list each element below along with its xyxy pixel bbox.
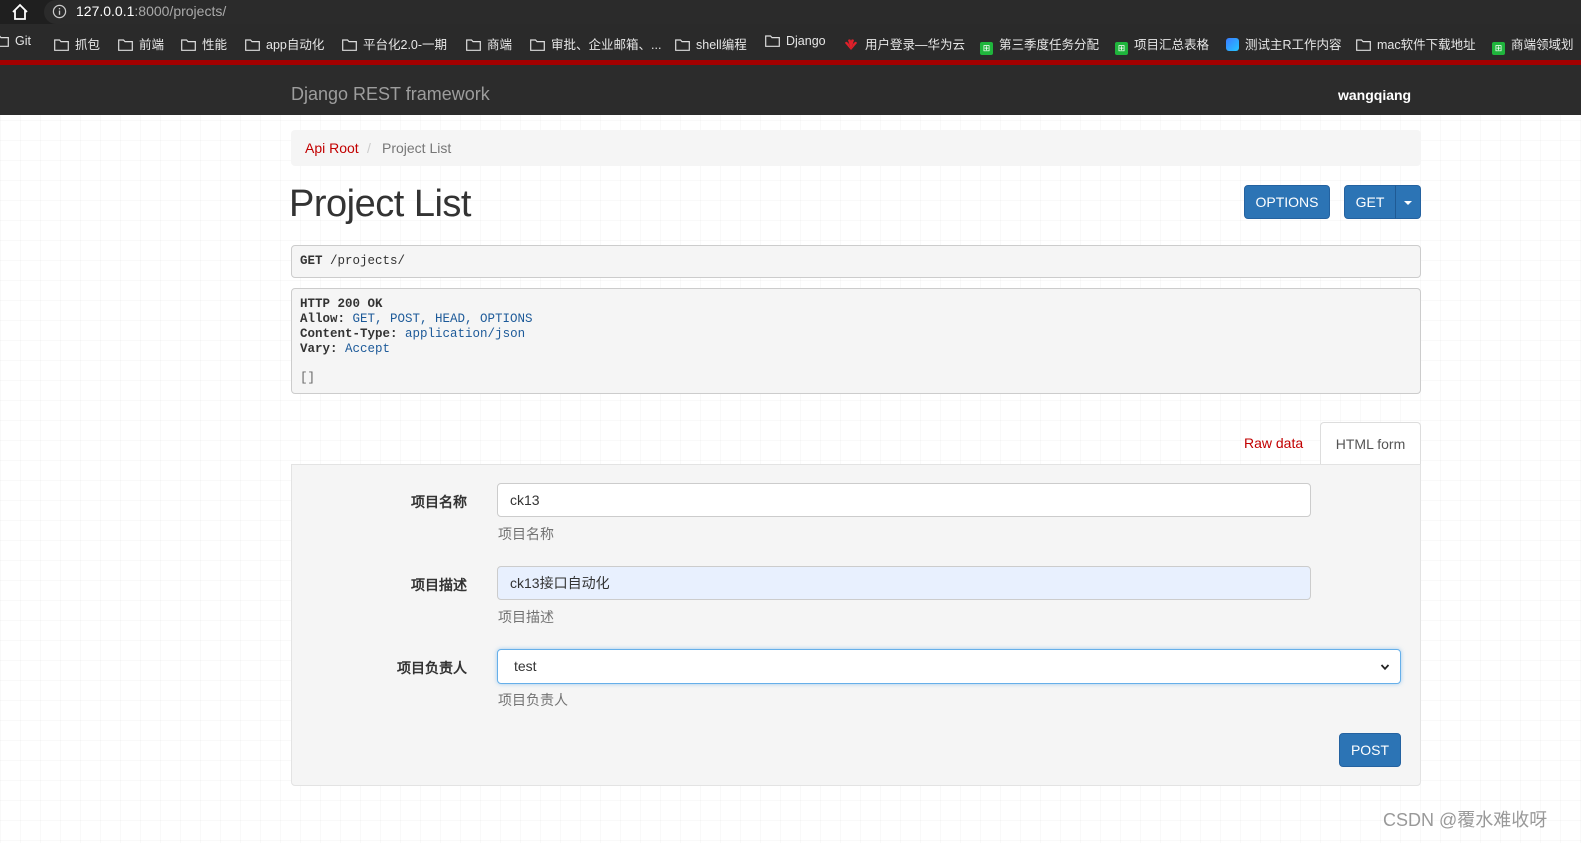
get-format-dropdown[interactable] [1395, 185, 1421, 219]
url-text: 127.0.0.1:8000/projects/ [76, 3, 227, 19]
response-header-content-type: Content-Type: application/json [300, 327, 526, 341]
folder-icon [342, 39, 357, 51]
folder-icon [530, 39, 545, 51]
bookmark-mac-software[interactable]: mac软件下载地址 [1356, 34, 1476, 53]
huawei-icon [844, 39, 858, 50]
name-help: 项目名称 [498, 526, 554, 542]
response-info: HTTP 200 OK Allow: GET, POST, HEAD, OPTI… [291, 288, 1421, 394]
caret-down-icon [1404, 201, 1412, 206]
bookmark-platform[interactable]: 平台化2.0-一期 [342, 34, 447, 53]
sheet-icon: ⊞ [1492, 42, 1505, 55]
folder-icon [245, 39, 260, 51]
user-menu[interactable]: wangqiang [1338, 87, 1411, 103]
bookmark-frontend[interactable]: 前端 [118, 34, 164, 53]
bookmark-test-work[interactable]: 测试主R工作内容 [1226, 34, 1342, 53]
name-label: 项目名称 [411, 494, 467, 510]
response-body: [] [300, 371, 316, 385]
folder-icon [1356, 39, 1371, 51]
bookmarks-bar: Git 抓包 前端 性能 app自动化 平台化2.0-一期 商端 审批、企业邮箱… [0, 24, 1581, 60]
folder-icon [54, 39, 69, 51]
bookmark-merchant[interactable]: 商端 [466, 34, 512, 53]
desc-label: 项目描述 [411, 577, 467, 593]
address-bar: 127.0.0.1:8000/projects/ [0, 0, 1581, 24]
bookmark-shell[interactable]: shell编程 [675, 34, 747, 53]
bookmark-django[interactable]: Django [765, 34, 826, 48]
folder-icon [181, 39, 196, 51]
sheet-icon: ⊞ [1115, 42, 1128, 55]
url-field[interactable] [44, 0, 1581, 24]
sheet-icon: ⊞ [980, 42, 993, 55]
folder-icon [675, 39, 690, 51]
watermark: CSDN @覆水难收呀 [1383, 810, 1548, 830]
bookmark-approval[interactable]: 审批、企业邮箱、... [530, 34, 661, 53]
bookmark-merchant-domain[interactable]: ⊞ 商端领域划 [1492, 34, 1574, 55]
response-header-vary: Vary: Accept [300, 342, 391, 356]
tab-raw-data[interactable]: Raw data [1244, 435, 1303, 451]
tab-html-form[interactable]: HTML form [1320, 422, 1421, 465]
folder-icon [466, 39, 481, 51]
breadcrumb: Api Root / Project List [291, 130, 1421, 166]
leader-selected-value: test [514, 658, 537, 674]
chevron-down-icon [1380, 664, 1390, 671]
navbar: Django REST framework wangqiang [0, 60, 1581, 115]
bookmark-git[interactable]: Git [0, 34, 31, 48]
folder-icon [765, 35, 780, 47]
request-path: /projects/ [330, 254, 406, 268]
desc-input[interactable]: ck13接口自动化 [497, 566, 1311, 600]
leader-select[interactable]: test [497, 649, 1401, 684]
leader-label: 项目负责人 [397, 660, 467, 676]
response-status: HTTP 200 OK [300, 297, 383, 311]
bookmark-capture[interactable]: 抓包 [54, 34, 100, 53]
request-method: GET [300, 254, 323, 268]
folder-icon [118, 39, 133, 51]
response-header-allow: Allow: GET, POST, HEAD, OPTIONS [300, 312, 533, 326]
breadcrumb-api-root[interactable]: Api Root [305, 140, 359, 156]
leader-help: 项目负责人 [498, 692, 568, 708]
folder-icon [0, 35, 9, 47]
desc-help: 项目描述 [498, 609, 554, 625]
bookmark-app-automation[interactable]: app自动化 [245, 34, 324, 53]
bookmark-huawei[interactable]: 用户登录—华为云 [843, 34, 965, 53]
options-button[interactable]: OPTIONS [1244, 185, 1330, 219]
breadcrumb-separator: / [367, 140, 371, 156]
name-input[interactable]: ck13 [497, 483, 1311, 517]
bookmark-q3-tasks[interactable]: ⊞ 第三季度任务分配 [980, 34, 1099, 55]
request-info: GET /projects/ [291, 245, 1421, 278]
doc-icon [1226, 38, 1239, 51]
info-icon[interactable] [52, 4, 67, 19]
breadcrumb-current: Project List [382, 140, 452, 156]
get-button[interactable]: GET [1344, 185, 1396, 219]
bookmark-project-summary[interactable]: ⊞ 项目汇总表格 [1115, 34, 1209, 55]
brand-link[interactable]: Django REST framework [291, 84, 490, 105]
home-icon[interactable] [10, 2, 30, 22]
post-button[interactable]: POST [1339, 733, 1401, 767]
page-title: Project List [289, 183, 471, 225]
bookmark-performance[interactable]: 性能 [181, 34, 227, 53]
